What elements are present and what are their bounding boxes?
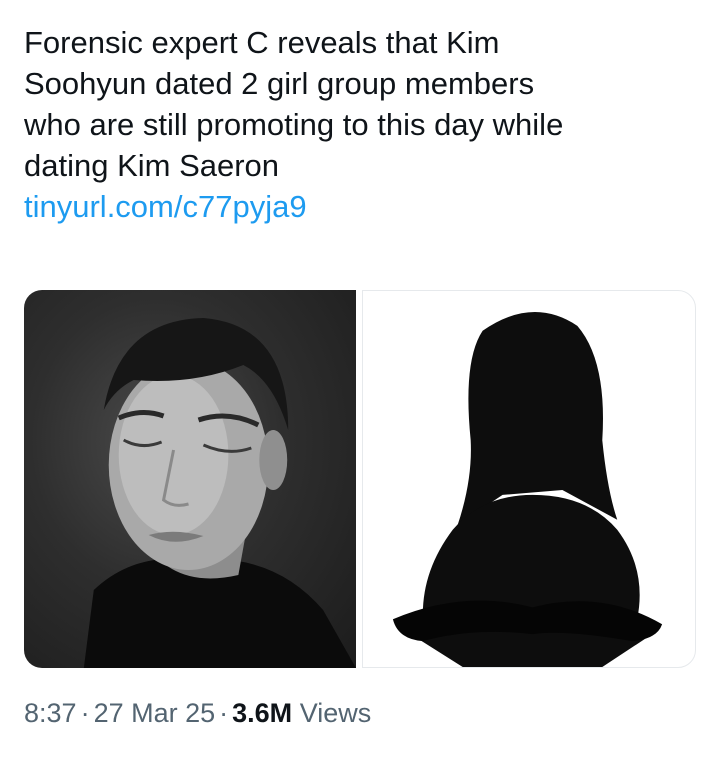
views-label: Views bbox=[299, 698, 372, 728]
tweet-meta: 8:37 · 27 Mar 25 · 3.6M Views bbox=[24, 695, 371, 731]
silhouette-illustration bbox=[392, 312, 663, 667]
tweet: Forensic expert C reveals that Kim Soohy… bbox=[0, 0, 719, 758]
portrait-illustration bbox=[83, 318, 356, 668]
media-grid bbox=[24, 290, 696, 668]
tweet-text-line: Soohyun dated 2 girl group members bbox=[24, 66, 535, 101]
meta-separator: · bbox=[219, 698, 229, 728]
tweet-date[interactable]: 27 Mar 25 bbox=[94, 698, 216, 728]
tweet-text-line: Forensic expert C reveals that Kim bbox=[24, 25, 500, 60]
meta-separator: · bbox=[80, 698, 90, 728]
tweet-text-line: who are still promoting to this day whil… bbox=[24, 107, 564, 142]
man-portrait-photo[interactable] bbox=[24, 290, 356, 668]
views-count: 3.6M bbox=[232, 698, 293, 728]
tweet-text: Forensic expert C reveals that Kim Soohy… bbox=[24, 22, 704, 227]
tweet-time[interactable]: 8:37 bbox=[24, 698, 77, 728]
tweet-text-line: dating Kim Saeron bbox=[24, 148, 280, 183]
silhouette-woman-photo[interactable] bbox=[362, 290, 696, 668]
tweet-link[interactable]: tinyurl.com/c77pyja9 bbox=[24, 186, 704, 227]
